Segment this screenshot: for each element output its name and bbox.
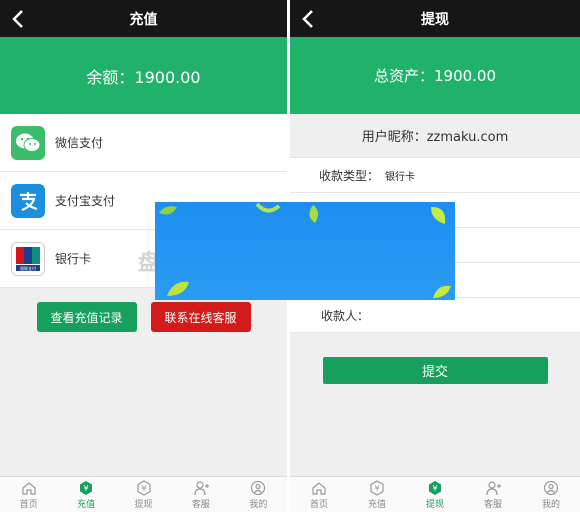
recharge-icon: ¥	[80, 480, 93, 495]
svg-text:¥: ¥	[84, 484, 89, 493]
svg-text:¥: ¥	[141, 484, 146, 493]
withdraw-topbar: 提现	[290, 0, 580, 37]
unionpay-caption: 银联支付	[20, 265, 36, 271]
leaf-decoration-icon	[431, 206, 446, 224]
recharge-icon: ¥	[370, 479, 384, 496]
service-icon	[194, 480, 209, 495]
profile-icon	[543, 480, 559, 495]
tab-withdraw[interactable]: ¥ 提现	[115, 477, 172, 512]
screenshot-stage: 充值 余额：1900.00 微信支付 支付宝支付 银联支付 银行卡 查看充值记录…	[0, 0, 580, 512]
tab-label: 客服	[483, 499, 502, 510]
payee-type-value[interactable]: 银行卡	[385, 168, 415, 183]
recharge-actions: 查看充值记录 联系在线客服	[0, 302, 287, 332]
payee-input[interactable]	[375, 300, 580, 330]
contact-service-button[interactable]: 联系在线客服	[150, 302, 251, 332]
tab-label: 首页	[309, 499, 328, 510]
tab-home[interactable]: 首页	[0, 477, 57, 512]
balance-banner: 余额：1900.00	[0, 37, 287, 114]
payee-type-label: 收款类型：	[318, 168, 379, 183]
pay-item-label: 银行卡	[55, 252, 92, 266]
tab-label: 客服	[191, 499, 210, 510]
leaf-decoration-icon	[159, 206, 177, 215]
alipay-icon	[11, 183, 45, 218]
wechat-icon	[11, 125, 45, 160]
tab-label: 提现	[425, 499, 444, 510]
recharge-topbar: 充值	[0, 0, 287, 37]
tab-profile[interactable]: 我的	[522, 477, 580, 512]
bottom-tabbar: 首页 ¥ 充值 ¥ 提现 客服 我的	[0, 476, 287, 512]
page-title: 提现	[421, 11, 449, 28]
tab-label: 充值	[367, 499, 386, 510]
tab-profile[interactable]: 我的	[230, 477, 287, 512]
tab-recharge[interactable]: ¥ 充值	[57, 477, 114, 512]
tab-home[interactable]: 首页	[290, 477, 348, 512]
leaf-decoration-icon	[255, 202, 281, 213]
back-arrow-icon[interactable]	[296, 6, 322, 32]
back-arrow-icon[interactable]	[6, 6, 32, 32]
tab-service[interactable]: 客服	[464, 477, 522, 512]
bottom-tabbar: 首页 ¥ 充值 ¥ 提现 客服 我的	[290, 476, 580, 512]
tab-label: 我的	[249, 499, 268, 510]
leaf-decoration-icon	[167, 281, 189, 296]
unionpay-icon: 银联支付	[11, 241, 45, 276]
leaf-decoration-icon	[433, 285, 451, 298]
service-icon	[486, 480, 501, 495]
pay-item-label: 支付宝支付	[55, 194, 116, 208]
tab-withdraw[interactable]: ¥ 提现	[406, 477, 464, 512]
submit-button[interactable]: 提交	[322, 357, 548, 384]
recharge-records-button[interactable]: 查看充值记录	[36, 302, 137, 332]
nickname-row: 用户昵称：zzmaku.com	[290, 114, 580, 158]
payee-label: 收款人：	[320, 308, 369, 323]
withdraw-icon: ¥	[429, 480, 441, 495]
pay-item-label: 微信支付	[55, 136, 104, 150]
withdraw-icon: ¥	[136, 479, 151, 496]
tab-label: 首页	[19, 499, 38, 510]
tab-recharge[interactable]: ¥ 充值	[348, 477, 406, 512]
balance-text: 余额：1900.00	[86, 67, 201, 87]
tab-service[interactable]: 客服	[172, 477, 229, 512]
pay-item-wechat[interactable]: 微信支付	[0, 114, 287, 172]
nickname-text: 用户昵称：zzmaku.com	[361, 130, 509, 145]
assets-text: 总资产：1900.00	[373, 67, 497, 85]
tab-label: 充值	[77, 499, 96, 510]
svg-text:¥: ¥	[432, 484, 437, 493]
overlay-banner-image	[155, 202, 455, 300]
payee-type-row[interactable]: 收款类型： 银行卡	[290, 158, 580, 193]
tab-label: 提现	[134, 499, 153, 510]
home-icon	[22, 481, 36, 495]
svg-text:¥: ¥	[374, 484, 379, 493]
tab-label: 我的	[541, 499, 560, 510]
payee-row[interactable]: 收款人：	[290, 298, 580, 333]
leaf-decoration-icon	[309, 205, 319, 223]
page-title: 充值	[129, 11, 158, 28]
assets-banner: 总资产：1900.00	[290, 37, 580, 114]
profile-icon	[251, 480, 266, 495]
home-icon	[312, 481, 326, 495]
